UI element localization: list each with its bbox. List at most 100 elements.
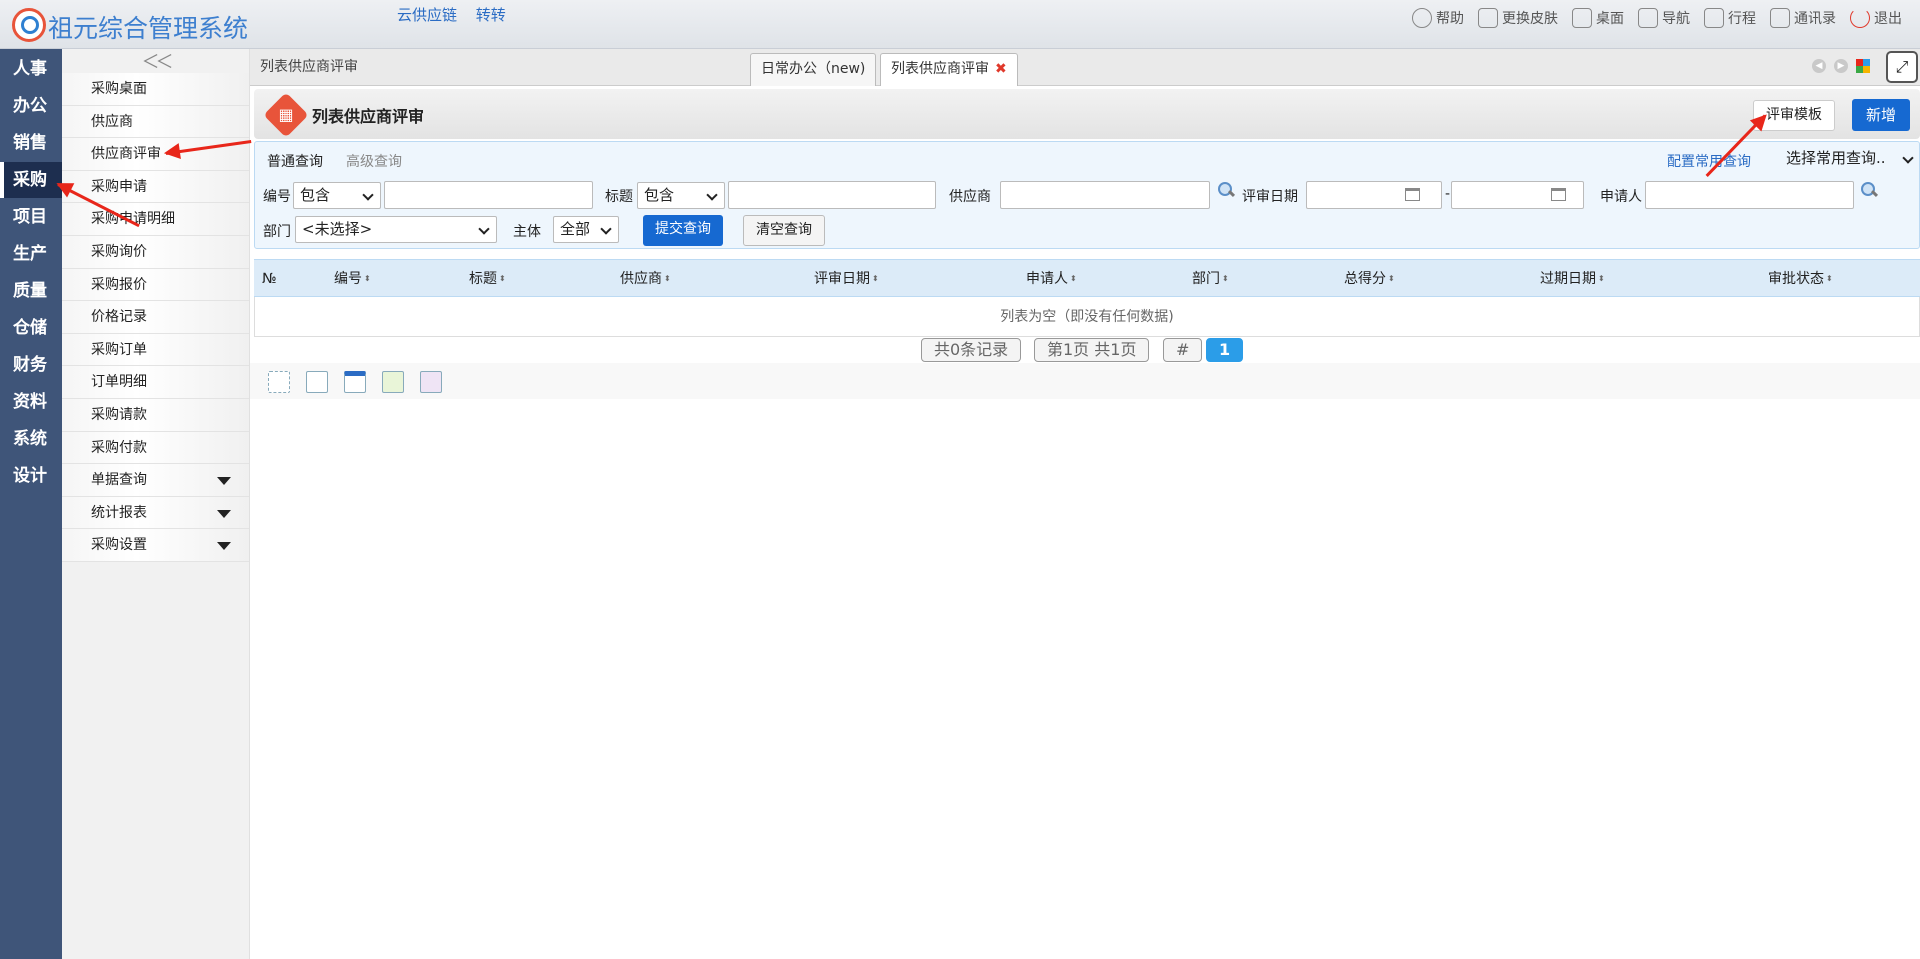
- submit-query-button[interactable]: 提交查询: [643, 215, 723, 246]
- content-area: 列表供应商评审 日常办公（new) 列表供应商评审 ✖ ◀ ▶ ⤢ ▦ 列表供应商…: [250, 49, 1920, 959]
- config-common-query-link[interactable]: 配置常用查询: [1667, 151, 1751, 171]
- col-supplier[interactable]: 供应商 ⬍: [620, 260, 671, 298]
- submenu-item-payment-request[interactable]: 采购请款: [62, 398, 249, 432]
- main-nav-system[interactable]: 系统: [0, 421, 62, 457]
- link-zhuanzhuan[interactable]: 转转: [476, 6, 506, 24]
- grid-icon: [1638, 8, 1658, 28]
- close-tab-icon[interactable]: ✖: [995, 61, 1007, 77]
- main-nav-hr[interactable]: 人事: [0, 51, 62, 87]
- page-1-button[interactable]: 1: [1206, 338, 1244, 362]
- main-nav-warehouse[interactable]: 仓储: [0, 310, 62, 346]
- tab-normal-query[interactable]: 普通查询: [267, 151, 323, 171]
- page-info: 第1页 共1页: [1034, 338, 1150, 362]
- collapse-menu-button[interactable]: ＜＜: [62, 49, 249, 73]
- submenu-item-purchase-order[interactable]: 采购订单: [62, 333, 249, 367]
- edit-icon[interactable]: [382, 371, 404, 393]
- select-all-icon[interactable]: [268, 371, 290, 393]
- col-review-date[interactable]: 评审日期 ⬍: [814, 260, 879, 298]
- sub-menu: ＜＜ 采购桌面 供应商 供应商评审 采购申请 采购申请明细 采购询价 采购报价 …: [62, 49, 250, 959]
- main-nav-data[interactable]: 资料: [0, 384, 62, 420]
- caret-down-icon: [217, 477, 231, 486]
- panel-header: ▦ 列表供应商评审 评审模板 新增: [254, 89, 1920, 139]
- submenu-item-purchase-desktop[interactable]: 采购桌面: [62, 73, 249, 106]
- columns-icon[interactable]: [420, 371, 442, 393]
- date-from-input[interactable]: [1306, 181, 1442, 209]
- fullscreen-icon[interactable]: ⤢: [1886, 51, 1918, 83]
- top-links: 云供应链 转转: [397, 4, 520, 25]
- main-nav-finance[interactable]: 财务: [0, 347, 62, 383]
- code-op-select[interactable]: 包含: [293, 182, 381, 209]
- new-button[interactable]: 新增: [1851, 99, 1910, 131]
- schedule-button[interactable]: 行程: [1704, 8, 1756, 28]
- submenu-item-price-record[interactable]: 价格记录: [62, 301, 249, 334]
- col-dept[interactable]: 部门 ⬍: [1192, 260, 1229, 298]
- submenu-item-document-query[interactable]: 单据查询: [62, 464, 249, 497]
- submenu-item-purchase-request-detail[interactable]: 采购申请明细: [62, 203, 249, 236]
- tab-daily-office[interactable]: 日常办公（new): [750, 53, 877, 86]
- tab-next-icon[interactable]: ▶: [1834, 59, 1848, 73]
- page-jump-button[interactable]: #: [1163, 338, 1203, 362]
- col-applicant[interactable]: 申请人 ⬍: [1026, 260, 1077, 298]
- grid-toolbar: [250, 363, 1920, 399]
- document-icon[interactable]: [306, 371, 328, 393]
- supplier-input[interactable]: [1000, 181, 1210, 209]
- calendar-icon[interactable]: [1551, 188, 1566, 201]
- submenu-item-payment[interactable]: 采购付款: [62, 431, 249, 465]
- navigation-button[interactable]: 导航: [1638, 8, 1690, 28]
- dept-select[interactable]: <未选择>: [295, 216, 497, 243]
- desktop-button[interactable]: 桌面: [1572, 8, 1624, 28]
- theme-color-icon[interactable]: [1856, 59, 1870, 73]
- applicant-search-icon[interactable]: [1861, 182, 1877, 198]
- submenu-item-quotation[interactable]: 采购报价: [62, 268, 249, 302]
- record-count: 共0条记录: [921, 338, 1022, 362]
- common-query-select[interactable]: 选择常用查询..: [1780, 146, 1920, 173]
- power-icon: [1850, 8, 1870, 28]
- main-nav-project[interactable]: 项目: [0, 199, 62, 235]
- tab-advanced-query[interactable]: 高级查询: [346, 151, 402, 171]
- col-total-score[interactable]: 总得分 ⬍: [1344, 260, 1395, 298]
- main-nav-quality[interactable]: 质量: [0, 273, 62, 309]
- title-input[interactable]: [728, 181, 936, 209]
- tab-nav: ◀ ▶: [1812, 59, 1870, 73]
- subject-label: 主体: [513, 224, 541, 240]
- main-nav-purchase[interactable]: 采购: [0, 162, 62, 198]
- subject-select[interactable]: 全部: [553, 216, 619, 243]
- main-nav-sales[interactable]: 销售: [0, 125, 62, 161]
- col-expire-date[interactable]: 过期日期 ⬍: [1540, 260, 1605, 298]
- clear-query-button[interactable]: 清空查询: [743, 215, 825, 246]
- home-icon: [1572, 8, 1592, 28]
- page-title: 列表供应商评审: [312, 107, 425, 126]
- app-title: 祖元综合管理系统: [48, 14, 249, 43]
- submenu-item-supplier-review[interactable]: 供应商评审: [62, 138, 249, 171]
- col-title[interactable]: 标题 ⬍: [469, 260, 506, 298]
- logout-button[interactable]: 退出: [1850, 8, 1902, 28]
- link-cloud-supply[interactable]: 云供应链: [397, 6, 457, 24]
- tab-prev-icon[interactable]: ◀: [1812, 59, 1826, 73]
- main-nav-office[interactable]: 办公: [0, 88, 62, 124]
- tab-bar: 列表供应商评审 日常办公（new) 列表供应商评审 ✖ ◀ ▶ ⤢: [250, 49, 1920, 86]
- help-button[interactable]: 帮助: [1412, 8, 1464, 28]
- search-panel: 普通查询 高级查询 配置常用查询 选择常用查询.. 编号 包含 标题 包含 供应…: [254, 141, 1920, 249]
- submenu-item-order-detail[interactable]: 订单明细: [62, 366, 249, 399]
- breadcrumb: 列表供应商评审: [260, 59, 358, 75]
- submenu-item-reports[interactable]: 统计报表: [62, 496, 249, 530]
- tab-supplier-review-list[interactable]: 列表供应商评审 ✖: [880, 53, 1018, 86]
- supplier-search-icon[interactable]: [1218, 182, 1234, 198]
- code-input[interactable]: [384, 181, 593, 209]
- main-nav-production[interactable]: 生产: [0, 236, 62, 272]
- submenu-item-inquiry[interactable]: 采购询价: [62, 235, 249, 269]
- applicant-input[interactable]: [1645, 181, 1854, 209]
- submenu-item-supplier[interactable]: 供应商: [62, 105, 249, 139]
- title-op-select[interactable]: 包含: [637, 182, 725, 209]
- sort-icon: ⬍: [1388, 274, 1395, 283]
- col-code[interactable]: 编号 ⬍: [334, 260, 371, 298]
- code-label: 编号: [263, 189, 291, 205]
- change-skin-button[interactable]: 更换皮肤: [1478, 8, 1558, 28]
- table-icon[interactable]: [344, 371, 366, 393]
- col-approval-status[interactable]: 审批状态 ⬍: [1768, 260, 1833, 298]
- grid-header: № 编号 ⬍ 标题 ⬍ 供应商 ⬍ 评审日期 ⬍ 申请人 ⬍ 部门 ⬍ 总得分 ⬍ 过期日期 ⬍…: [254, 259, 1920, 297]
- submenu-item-settings[interactable]: 采购设置: [62, 529, 249, 562]
- main-nav-design[interactable]: 设计: [0, 458, 62, 494]
- contacts-button[interactable]: 通讯录: [1770, 8, 1836, 28]
- calendar-icon[interactable]: [1405, 188, 1420, 201]
